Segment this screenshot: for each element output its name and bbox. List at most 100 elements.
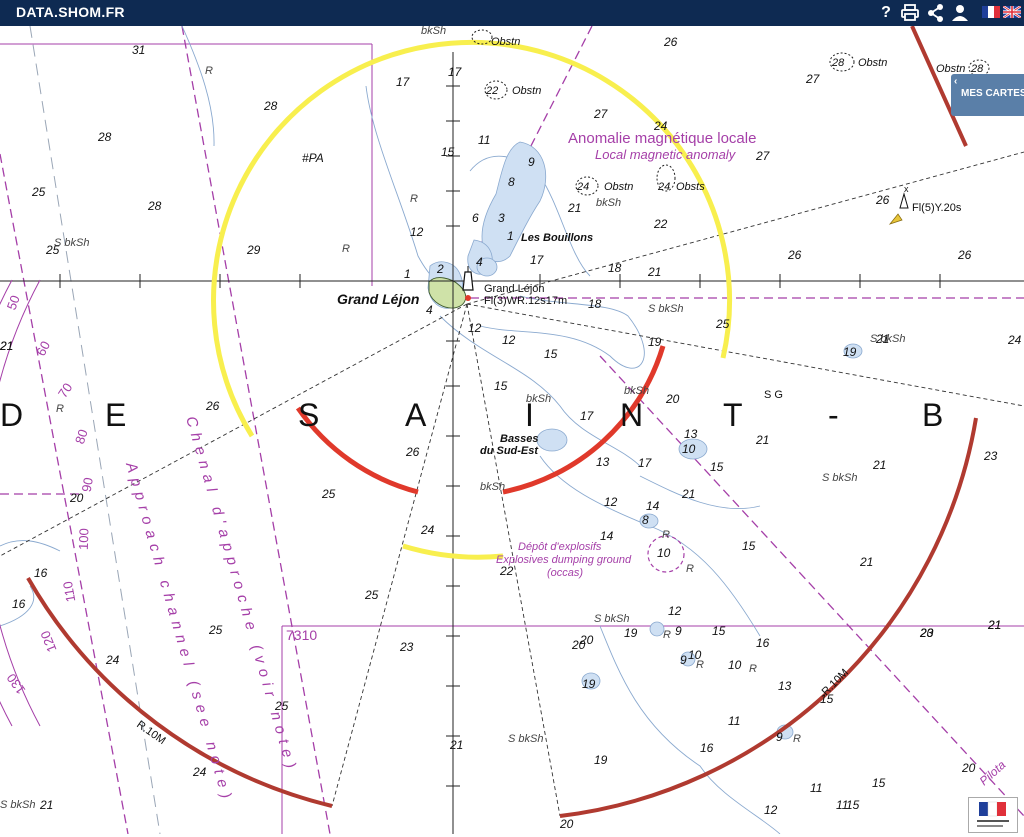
obstn-label: Obstn	[491, 36, 520, 48]
marianne-logo-icon	[977, 801, 1009, 827]
sounding-label: 22	[499, 564, 514, 578]
sounding-label: 21	[875, 332, 889, 346]
user-icon[interactable]	[950, 3, 970, 23]
sounding-label: 1	[404, 267, 411, 281]
sounding-label: 27	[755, 149, 771, 163]
seabed-label: bkSh	[624, 385, 649, 397]
sounding-label: 27	[593, 107, 609, 121]
sounding-label: 4	[476, 255, 483, 269]
scale-tick: 100	[76, 528, 92, 550]
sounding-label: 25	[321, 487, 336, 501]
sounding-label: 26	[957, 248, 972, 262]
sounding-label: 8	[508, 175, 515, 189]
sounding-label: 28	[263, 99, 278, 113]
sounding-label: 21	[39, 798, 53, 812]
mes-cartes-panel-button[interactable]: ‹ MES CARTES	[951, 74, 1024, 116]
obstn-num: 24	[576, 181, 589, 193]
republique-francaise-logo	[968, 797, 1018, 833]
sounding-label: 15	[441, 145, 455, 159]
seabed-label: R	[662, 529, 670, 541]
scale-tick: 80	[72, 427, 91, 445]
sounding-label: 21	[681, 487, 695, 501]
pa-label: #PA	[302, 151, 324, 165]
letter: E	[105, 397, 126, 433]
help-icon[interactable]: ?	[876, 3, 896, 23]
sounding-label: 14	[646, 499, 660, 513]
share-icon[interactable]	[926, 3, 946, 23]
sounding-label: 10	[682, 442, 696, 456]
sounding-label: 19	[648, 335, 662, 349]
depot-fr-label: Dépôt d'explosifs	[518, 541, 602, 553]
sounding-label: 21	[755, 433, 769, 447]
letter: S	[298, 397, 319, 433]
sounding-label: 24	[420, 523, 435, 537]
basses-label: Basses	[500, 433, 539, 445]
sounding-label: 15	[742, 539, 756, 553]
sounding-label: 16	[700, 741, 714, 755]
obstn-num: 24	[657, 181, 670, 193]
seabed-label: S bkSh	[508, 733, 543, 745]
buoy-icon[interactable]: x	[888, 184, 909, 225]
sounding-label: 20	[559, 817, 574, 831]
chevron-left-icon: ‹	[954, 76, 958, 87]
sounding-label: 9	[776, 730, 783, 744]
sounding-label: 24	[1007, 333, 1022, 347]
svg-text:x: x	[904, 184, 909, 194]
sounding-label: 10	[657, 546, 671, 560]
big-letters: D E S A I N T - B	[0, 397, 943, 433]
sounding-label: 4	[426, 303, 433, 317]
sounding-label: 29	[246, 243, 261, 257]
sounding-label: 25	[274, 699, 289, 713]
sounding-label: 3	[498, 211, 505, 225]
obstn-label: Obstn	[512, 85, 541, 97]
sounding-label: 10	[728, 658, 742, 672]
sounding-label: 19	[843, 345, 857, 359]
seabed-label: R	[342, 243, 350, 255]
sounding-label: 21	[449, 738, 463, 752]
seabed-label: R	[749, 663, 757, 675]
sounding-label: 17	[580, 409, 595, 423]
sounding-label: 31	[132, 43, 145, 57]
seabed-label: R	[793, 733, 801, 745]
sounding-label: 15	[712, 624, 726, 638]
obstn-num: 22	[485, 85, 498, 97]
chart-number-label: 7310	[286, 627, 317, 643]
sounding-label: 21	[872, 458, 886, 472]
obstn-label: Obstn	[604, 181, 633, 193]
seabed-label: S bkSh	[648, 303, 683, 315]
seabed-label: R	[686, 563, 694, 575]
les-bouillons-label: Les Bouillons	[521, 232, 593, 244]
sounding-label: 20	[69, 491, 84, 505]
seabed-label: S bkSh	[0, 799, 35, 811]
sounding-label: 15	[820, 692, 834, 706]
seabed-label: S bkSh	[822, 472, 857, 484]
obstn-label: Obstn	[858, 57, 887, 69]
seabed-label: S bkSh	[594, 613, 629, 625]
sounding-label: 13	[596, 455, 610, 469]
sounding-label: 19	[624, 626, 638, 640]
site-brand[interactable]: DATA.SHOM.FR	[16, 4, 125, 20]
seabed-label: bkSh	[526, 393, 551, 405]
sounding-label: 26	[787, 248, 802, 262]
sounding-label: 17	[448, 65, 463, 79]
sounding-label: 6	[472, 211, 479, 225]
sounding-label: 1	[507, 229, 514, 243]
sounding-label: 25	[45, 243, 60, 257]
print-icon[interactable]	[900, 3, 920, 23]
sounding-label: 26	[663, 35, 678, 49]
letter: T	[723, 397, 743, 433]
scale-tick: 70	[55, 380, 76, 400]
sounding-label: 9	[675, 624, 682, 638]
depot-en-label: Explosives dumping ground	[496, 554, 632, 566]
letter: N	[620, 397, 643, 433]
letter: B	[922, 397, 943, 433]
sounding-label: 18	[588, 297, 602, 311]
french-flag-icon[interactable]	[982, 6, 1000, 18]
nautical-chart-map[interactable]: 50 60 70 80 90 100 110 120 130 x D E S A…	[0, 26, 1024, 834]
sounding-label: 19	[582, 677, 596, 691]
uk-flag-icon[interactable]	[1003, 6, 1021, 18]
sounding-label: 28	[97, 130, 112, 144]
range-label: R.10M	[134, 719, 167, 747]
sounding-label: 9	[528, 155, 535, 169]
sounding-label: 16	[756, 636, 770, 650]
